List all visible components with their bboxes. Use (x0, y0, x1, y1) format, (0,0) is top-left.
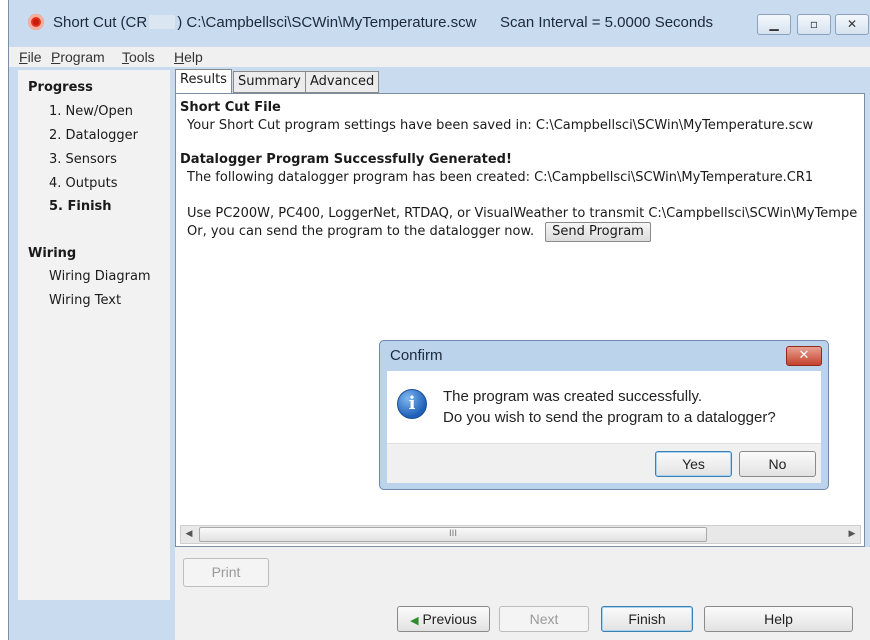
window-title: Short Cut (CR ) C:\Campbellsci\SCWin\MyTe… (53, 14, 476, 31)
program-created-text: The following datalogger program has bee… (187, 170, 814, 185)
scan-interval-label: Scan Interval = 5.0000 Seconds (500, 14, 714, 31)
sidebar-item-wiring-text[interactable]: Wiring Text (49, 293, 121, 308)
send-program-button[interactable]: Send Program (545, 222, 651, 242)
title-redaction (149, 15, 176, 29)
sidebar-item-finish[interactable]: 5. Finish (49, 199, 112, 214)
sidebar-item-wiring-diagram[interactable]: Wiring Diagram (49, 269, 151, 284)
minimize-button[interactable]: ▁ (757, 14, 791, 35)
tab-summary[interactable]: Summary (233, 71, 306, 93)
title-path: ) C:\Campbellsci\SCWin\MyTemperature.scw (177, 14, 477, 31)
sidebar-item-outputs[interactable]: 4. Outputs (49, 176, 117, 191)
next-button[interactable]: Next (499, 606, 589, 632)
dialog-close-button[interactable]: ✕ (786, 346, 822, 366)
finish-button[interactable]: Finish (601, 606, 693, 632)
send-now-text: Or, you can send the program to the data… (187, 224, 535, 239)
sidebar: Progress 1. New/Open 2. Datalogger 3. Se… (18, 70, 170, 600)
sidebar-item-new-open[interactable]: 1. New/Open (49, 104, 133, 119)
short-cut-file-heading: Short Cut File (180, 100, 281, 115)
close-icon: ✕ (798, 348, 810, 363)
menu-program[interactable]: Program (51, 49, 105, 65)
transmit-instructions-text: Use PC200W, PC400, LoggerNet, RTDAQ, or … (187, 206, 858, 221)
scroll-thumb[interactable]: III (199, 527, 707, 542)
scroll-left-icon[interactable]: ◀ (181, 526, 197, 543)
wiring-heading: Wiring (28, 246, 77, 261)
dialog-body: i The program was created successfully. … (387, 371, 821, 443)
sidebar-item-sensors[interactable]: 3. Sensors (49, 152, 117, 167)
menu-bar: File Program Tools Help (9, 47, 870, 67)
dialog-title: Confirm (390, 347, 443, 364)
sidebar-item-datalogger[interactable]: 2. Datalogger (49, 128, 138, 143)
minimize-icon: ▁ (769, 17, 779, 31)
menu-tools[interactable]: Tools (122, 49, 155, 65)
yes-button[interactable]: Yes (655, 451, 732, 477)
dialog-message-line2: Do you wish to send the program to a dat… (443, 409, 776, 426)
confirm-dialog: Confirm ✕ i The program was created succ… (379, 340, 829, 490)
dialog-message-line1: The program was created successfully. (443, 388, 702, 405)
title-prefix: Short Cut (CR (53, 14, 148, 31)
tab-advanced[interactable]: Advanced (305, 71, 380, 93)
maximize-icon: ▫ (809, 17, 819, 31)
scroll-right-icon[interactable]: ▶ (844, 526, 860, 543)
arrow-left-icon: ◀ (410, 615, 419, 627)
tab-results[interactable]: Results (175, 69, 232, 94)
maximize-button[interactable]: ▫ (797, 14, 831, 35)
file-saved-text: Your Short Cut program settings have bee… (187, 118, 814, 133)
wizard-footer: Print ◀ Previous Next Finish Help (175, 547, 870, 640)
no-button[interactable]: No (739, 451, 816, 477)
dialog-button-bar: Yes No (387, 443, 821, 483)
app-logo-icon (28, 14, 44, 30)
previous-button[interactable]: ◀ Previous (397, 606, 490, 632)
progress-heading: Progress (28, 80, 93, 95)
menu-help[interactable]: Help (174, 49, 203, 65)
help-button[interactable]: Help (704, 606, 853, 632)
information-icon: i (397, 389, 427, 419)
print-button[interactable]: Print (183, 558, 269, 587)
menu-file[interactable]: File (19, 49, 42, 65)
previous-label: Previous (422, 611, 477, 627)
close-icon: ✕ (846, 17, 858, 31)
title-bar[interactable]: Short Cut (CR ) C:\Campbellsci\SCWin\MyTe… (8, 0, 870, 46)
scroll-grip: III (449, 529, 457, 539)
program-generated-heading: Datalogger Program Successfully Generate… (180, 152, 512, 167)
close-button[interactable]: ✕ (835, 14, 869, 35)
horizontal-scrollbar[interactable]: ◀ III ▶ (180, 525, 861, 544)
